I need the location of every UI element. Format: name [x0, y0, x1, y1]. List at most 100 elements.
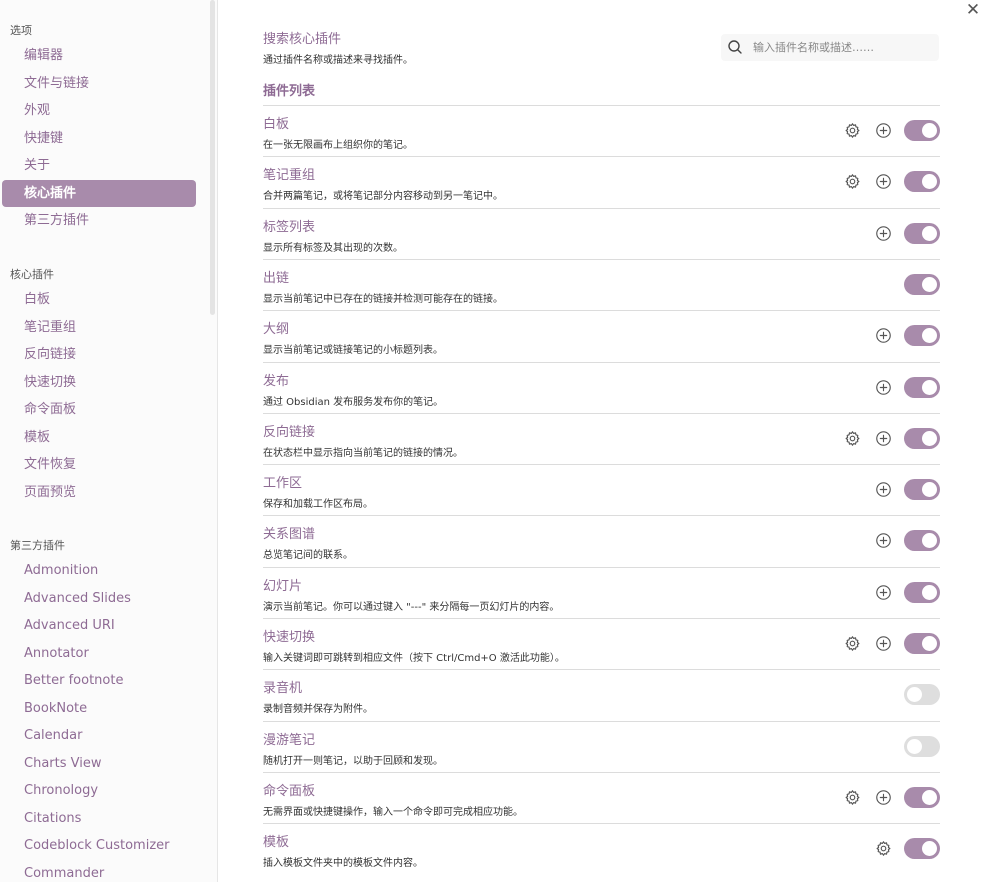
- plugin-toggle[interactable]: [904, 376, 940, 398]
- sidebar-third-party-plugin-6[interactable]: Calendar: [2, 722, 196, 749]
- toggle-knob: [907, 687, 922, 703]
- plugin-description: 合并两篇笔记，或将笔记部分内容移动到另一笔记中。: [263, 191, 503, 203]
- gear-icon[interactable]: [844, 635, 861, 652]
- close-icon[interactable]: ✕: [964, 0, 982, 20]
- sidebar-third-party-plugin-4[interactable]: Better footnote: [2, 667, 196, 694]
- gear-icon[interactable]: [875, 840, 892, 857]
- plugin-name: 命令面板: [263, 783, 316, 799]
- search-box[interactable]: [721, 34, 939, 61]
- add-hotkey-icon[interactable]: [875, 122, 892, 139]
- sidebar-core-plugin-2[interactable]: 反向链接: [2, 341, 196, 368]
- plugin-toggle[interactable]: [904, 530, 940, 552]
- add-hotkey-icon[interactable]: [875, 430, 892, 447]
- sidebar-core-plugin-5[interactable]: 模板: [2, 424, 196, 451]
- plugin-row: 工作区保存和加载工作区布局。: [263, 464, 940, 515]
- plugin-toggle[interactable]: [904, 427, 940, 449]
- sidebar-core-plugin-6[interactable]: 文件恢复: [2, 451, 196, 478]
- toggle-knob: [922, 123, 937, 138]
- settings-sidebar: 选项 编辑器 文件与链接 外观 快捷键 关于 核心插件 第三方插件 核心插件 白板 笔记重组反…: [0, 0, 218, 882]
- plugin-name: 关系图谱: [263, 527, 316, 543]
- plugin-name: 幻灯片: [263, 578, 303, 594]
- plugin-row: 命令面板 无需界面或快捷键操作，输入一个命令即可完成相应功能。: [263, 771, 940, 823]
- sidebar-third-party-plugin-11[interactable]: Commander: [2, 860, 196, 882]
- sidebar-option-6[interactable]: 第三方插件: [2, 207, 196, 234]
- plugin-description: 录制音频并保存为附件。: [263, 704, 373, 716]
- sidebar-option-1[interactable]: 文件与链接: [2, 70, 196, 97]
- sidebar-third-party-plugin-1[interactable]: Advanced Slides: [2, 585, 196, 612]
- section-header-options: 选项: [10, 24, 32, 37]
- gear-icon[interactable]: [844, 173, 861, 190]
- plugin-description: 显示当前笔记中已存在的链接并检测可能存在的链接。: [263, 293, 503, 305]
- plugin-toggle[interactable]: [904, 325, 940, 347]
- sidebar-core-plugin-3[interactable]: 快速切换: [2, 369, 196, 396]
- add-hotkey-icon[interactable]: [875, 635, 892, 652]
- plugin-name: 大纲: [263, 322, 290, 338]
- plugin-toggle[interactable]: [904, 120, 940, 141]
- sidebar-third-party-plugin-9[interactable]: Citations: [2, 805, 196, 832]
- sidebar-third-party-plugin-10[interactable]: Codeblock Customizer: [2, 832, 196, 859]
- add-hotkey-icon[interactable]: [875, 481, 892, 498]
- plugin-row: 出链 显示当前笔记中已存在的链接并检测可能存在的链接。: [263, 258, 940, 310]
- plugin-toggle[interactable]: [904, 479, 940, 501]
- plugin-toggle[interactable]: [904, 786, 940, 808]
- plugin-description: 保存和加载工作区布局。: [263, 499, 373, 511]
- search-icon: [728, 40, 742, 54]
- sidebar-option-5[interactable]: 核心插件: [2, 179, 196, 207]
- plugin-row: 标签列表 显示所有标签及其出现的次数。: [263, 207, 940, 259]
- sidebar-third-party-plugin-2[interactable]: Advanced URI: [2, 612, 196, 639]
- plugin-name: 快速切换: [263, 630, 316, 645]
- toggle-knob: [922, 379, 937, 395]
- search-input[interactable]: [753, 34, 933, 61]
- plugin-row: 幻灯片 演示当前笔记。你可以通过键入 "---" 来分隔每一页幻灯片的内容。: [263, 566, 940, 618]
- sidebar-option-4[interactable]: 关于: [2, 152, 196, 179]
- sidebar-third-party-plugin-7[interactable]: Charts View: [2, 750, 196, 777]
- sidebar-third-party-plugin-5[interactable]: BookNote: [2, 695, 196, 722]
- toggle-knob: [922, 533, 937, 549]
- add-hotkey-icon[interactable]: [875, 584, 892, 601]
- add-hotkey-icon[interactable]: [875, 225, 892, 242]
- gear-icon[interactable]: [844, 789, 861, 806]
- add-hotkey-icon[interactable]: [875, 532, 892, 549]
- plugin-name: 反向链接: [263, 424, 316, 440]
- plugin-toggle[interactable]: [904, 684, 940, 706]
- section-header-core: 核心插件: [10, 268, 54, 281]
- gear-icon[interactable]: [844, 122, 861, 139]
- add-hotkey-icon[interactable]: [875, 379, 892, 396]
- plugin-name: 工作区: [263, 476, 303, 492]
- sidebar-third-party-plugin-3[interactable]: Annotator: [2, 640, 196, 667]
- plugin-toggle[interactable]: [904, 581, 940, 603]
- sidebar-option-2[interactable]: 外观: [2, 97, 196, 124]
- plugin-settings-panel: ✕ 搜索核心插件 通过插件名称或描述来寻找插件。 插件列表 白板在一张无限画布上…: [219, 0, 987, 882]
- plugin-toggle[interactable]: [904, 222, 940, 244]
- sidebar-core-plugin-0[interactable]: 白板: [2, 286, 196, 313]
- sidebar-core-plugin-1[interactable]: 笔记重组: [2, 314, 196, 341]
- plugin-description: 总览笔记间的联系。: [263, 550, 353, 562]
- gear-icon[interactable]: [844, 430, 861, 447]
- plugin-description: 输入关键词即可跳转到相应文件（按下 Ctrl/Cmd+O 激活此功能）。: [263, 653, 565, 664]
- plugin-description: 在状态栏中显示指向当前笔记的链接的情况。: [263, 447, 463, 459]
- plugin-name: 发布: [263, 373, 290, 389]
- plugin-description: 通过 Obsidian 发布服务发布你的笔记。: [263, 396, 444, 408]
- sidebar-scrollbar[interactable]: [210, 0, 215, 315]
- plugin-description: 在一张无限画布上组织你的笔记。: [263, 140, 413, 151]
- sidebar-third-party-plugin-8[interactable]: Chronology: [2, 777, 196, 804]
- plugin-name: 漫游笔记: [263, 732, 316, 748]
- sidebar-third-party-plugin-0[interactable]: Admonition: [2, 557, 196, 584]
- sidebar-option-0[interactable]: 编辑器: [2, 42, 196, 69]
- plugin-toggle[interactable]: [904, 735, 940, 757]
- toggle-knob: [907, 738, 922, 754]
- sidebar-core-plugin-4[interactable]: 命令面板: [2, 396, 196, 423]
- sidebar-core-plugin-7[interactable]: 页面预览: [2, 479, 196, 506]
- toggle-knob: [922, 276, 937, 292]
- plugin-toggle[interactable]: [904, 633, 940, 654]
- plugin-row: 大纲显示当前笔记或链接笔记的小标题列表。: [263, 310, 940, 361]
- plugin-toggle[interactable]: [904, 273, 940, 295]
- add-hotkey-icon[interactable]: [875, 789, 892, 806]
- add-hotkey-icon[interactable]: [875, 173, 892, 190]
- plugin-row: 笔记重组 合并两篇笔记，或将笔记部分内容移动到另一笔记中。: [263, 156, 940, 207]
- plugin-description: 显示当前笔记或链接笔记的小标题列表。: [263, 345, 443, 357]
- add-hotkey-icon[interactable]: [875, 327, 892, 344]
- plugin-toggle[interactable]: [904, 171, 940, 193]
- sidebar-option-3[interactable]: 快捷键: [2, 125, 196, 152]
- plugin-toggle[interactable]: [904, 838, 940, 860]
